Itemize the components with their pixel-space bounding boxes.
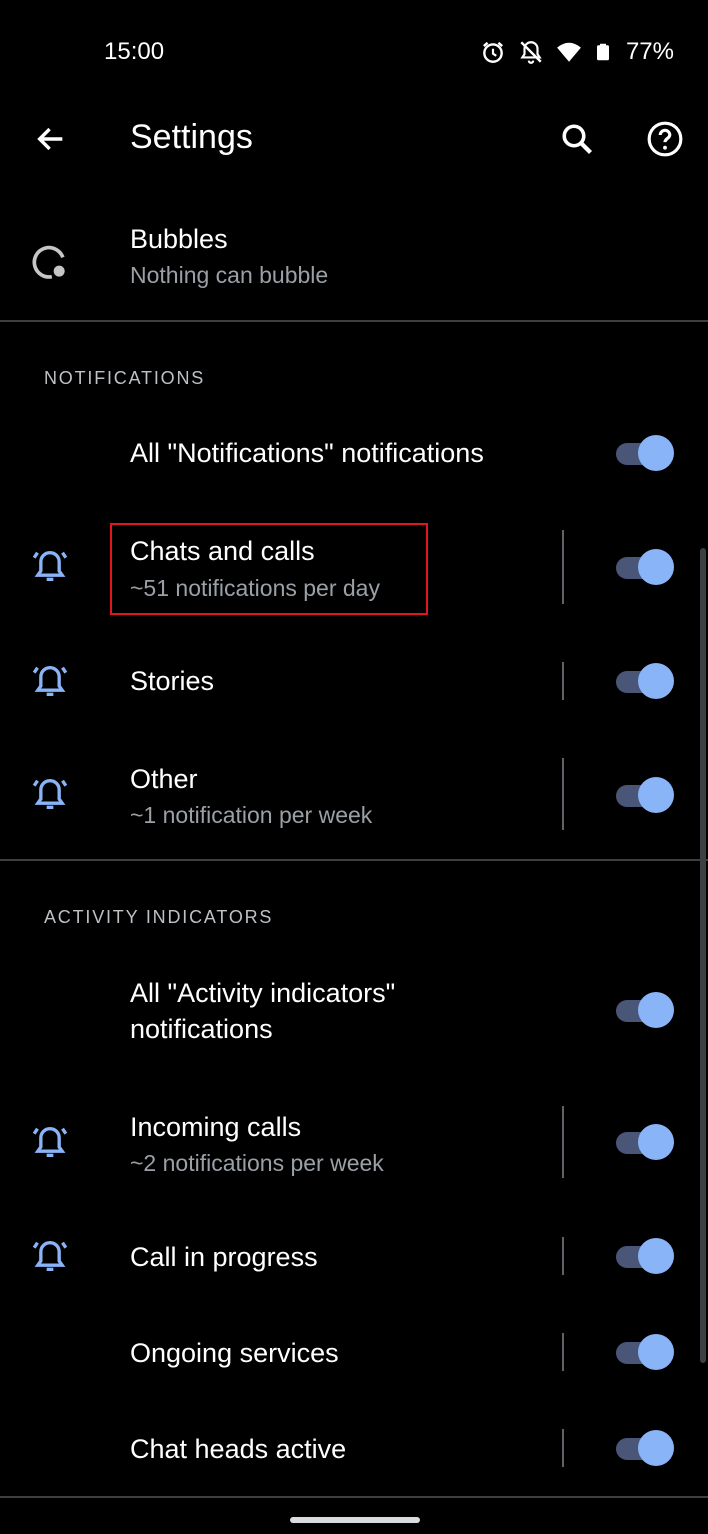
section-divider xyxy=(0,859,708,861)
incoming-calls-toggle[interactable] xyxy=(614,1124,676,1160)
search-button[interactable] xyxy=(552,114,602,164)
row-separator xyxy=(562,1106,564,1178)
section-divider xyxy=(0,320,708,322)
chat-heads-active-toggle[interactable] xyxy=(614,1430,676,1466)
help-icon xyxy=(647,121,683,157)
stories-toggle[interactable] xyxy=(614,663,676,699)
alert-bell-icon xyxy=(32,665,68,696)
row-title: Chat heads active xyxy=(130,1434,347,1464)
alert-bell-icon xyxy=(32,778,68,809)
row-title: Ongoing services xyxy=(130,1338,339,1368)
row-separator xyxy=(562,1333,564,1371)
other-row[interactable]: Other ~1 notification per week xyxy=(0,746,708,842)
all-activity-indicators-row[interactable]: All "Activity indicators" notifications xyxy=(0,966,708,1060)
row-separator xyxy=(562,530,564,604)
alert-bell-icon xyxy=(32,1240,68,1271)
help-button[interactable] xyxy=(640,114,690,164)
section-divider xyxy=(0,1496,708,1498)
all-notifications-toggle[interactable] xyxy=(614,435,676,471)
status-time: 15:00 xyxy=(104,38,165,65)
ongoing-services-toggle[interactable] xyxy=(614,1334,676,1370)
activity-section-header: ACTIVITY INDICATORS xyxy=(44,907,274,927)
all-activity-indicators-toggle[interactable] xyxy=(614,992,676,1028)
call-in-progress-toggle[interactable] xyxy=(614,1238,676,1274)
row-separator xyxy=(562,662,564,700)
alert-bell-icon xyxy=(32,1126,68,1157)
stories-row[interactable]: Stories xyxy=(0,636,708,726)
battery-percent: 77% xyxy=(625,38,674,65)
row-separator xyxy=(562,1237,564,1275)
highlight-box xyxy=(110,523,428,615)
other-toggle[interactable] xyxy=(614,777,676,813)
alert-bell-icon xyxy=(32,550,68,581)
back-arrow-icon xyxy=(37,127,63,151)
bubbles-setting-row[interactable]: Bubbles Nothing can bubble xyxy=(0,206,708,320)
row-title: Stories xyxy=(130,666,215,696)
row-subtitle: ~1 notification per week xyxy=(130,802,373,828)
row-title: Other xyxy=(130,764,198,794)
back-button[interactable] xyxy=(26,114,76,164)
chats-and-calls-toggle[interactable] xyxy=(614,549,676,585)
bubbles-title: Bubbles xyxy=(130,224,228,254)
row-title: Incoming calls xyxy=(130,1112,302,1142)
row-separator xyxy=(562,758,564,830)
battery-icon xyxy=(596,43,609,61)
search-icon xyxy=(562,124,592,154)
chat-heads-active-row[interactable]: Chat heads active xyxy=(0,1404,708,1494)
all-notifications-row[interactable]: All "Notifications" notifications xyxy=(0,410,708,500)
row-title: Call in progress xyxy=(130,1242,318,1272)
row-title-line2: notifications xyxy=(130,1014,273,1044)
row-subtitle: ~2 notifications per week xyxy=(130,1150,384,1176)
alarm-icon xyxy=(482,41,503,63)
notifications-off-icon xyxy=(520,41,542,64)
row-title: All "Notifications" notifications xyxy=(130,438,484,468)
gesture-nav-handle[interactable] xyxy=(290,1517,420,1523)
scrollbar[interactable] xyxy=(700,548,706,1363)
incoming-calls-row[interactable]: Incoming calls ~2 notifications per week xyxy=(0,1094,708,1190)
wifi-icon xyxy=(557,42,581,62)
call-in-progress-row[interactable]: Call in progress xyxy=(0,1212,708,1302)
ongoing-services-row[interactable]: Ongoing services xyxy=(0,1308,708,1398)
row-title: All "Activity indicators" xyxy=(130,978,396,1008)
notifications-section-header: NOTIFICATIONS xyxy=(44,368,206,388)
bubble-icon xyxy=(32,245,65,279)
row-separator xyxy=(562,1429,564,1467)
page-title: Settings xyxy=(130,118,253,156)
bubbles-subtitle: Nothing can bubble xyxy=(130,262,329,288)
status-icons: 77% xyxy=(480,38,674,66)
